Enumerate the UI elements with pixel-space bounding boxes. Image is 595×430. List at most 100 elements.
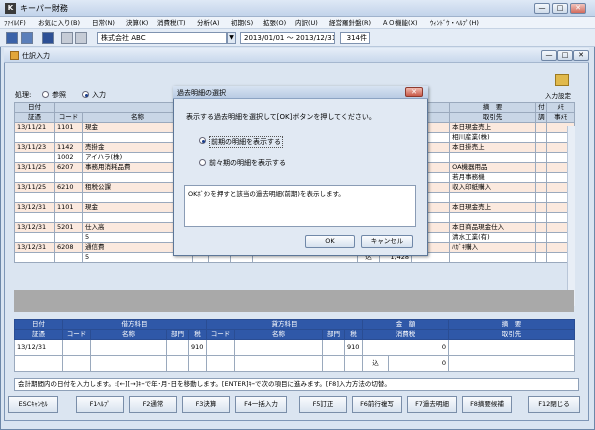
menu-favorites[interactable]: お気に入り(B) (38, 18, 80, 28)
company-select[interactable]: 株式会社 ABC (97, 32, 227, 44)
entry-tax-amount[interactable]: 0 (388, 355, 449, 372)
entry-amount[interactable]: 0 (362, 339, 449, 356)
journal-cell: 本日商品現金仕入 (449, 222, 537, 233)
journal-maximize[interactable]: □ (557, 50, 573, 61)
period-field: 2013/01/01 〜 2013/12/31 (240, 32, 335, 44)
opt-two-prior-radio[interactable] (199, 159, 206, 166)
settings-icon[interactable] (555, 74, 569, 86)
settings-label[interactable]: 入力設定 (545, 90, 571, 100)
menu-window-help[interactable]: ｳｨﾝﾄﾞｳ・ﾍﾙﾌﾟ(H) (430, 18, 479, 28)
journal-cell (449, 152, 537, 163)
close-button[interactable]: ✕ (570, 3, 586, 14)
menu-analysis[interactable]: 分析(A) (197, 18, 220, 28)
mode-input-label: 入力 (92, 91, 106, 99)
journal-cell (535, 192, 548, 203)
entry-hdr-partner: 取引先 (448, 329, 575, 340)
journal-cell: 1002 (54, 152, 83, 163)
entry-debit-name[interactable] (90, 339, 167, 356)
save-icon[interactable] (6, 32, 18, 44)
f4-bulk-button[interactable]: F4一括入力 (235, 396, 287, 413)
menu-daily[interactable]: 日常(N) (92, 18, 115, 28)
entry-hdr-amount: 金 額 (362, 319, 449, 330)
cancel-button[interactable]: キャンセル (361, 235, 413, 248)
journal-cell: OA機器用品 (449, 162, 537, 173)
entry-date-input[interactable]: 13/12/31 (14, 339, 63, 356)
menu-tax[interactable]: 消費税(T) (157, 18, 186, 28)
entry-partner[interactable] (448, 355, 575, 372)
menu-ao[interactable]: ＡＯ機能(X) (382, 18, 418, 28)
title-bar[interactable]: K キーパー財務 — □ ✕ (0, 0, 595, 17)
minimize-button[interactable]: — (534, 3, 550, 14)
entry-debit-tax[interactable]: 910 (188, 339, 207, 356)
zoom-icon[interactable] (75, 32, 87, 44)
entry-desc[interactable] (448, 339, 575, 356)
journal-cell (535, 132, 548, 143)
entry-hdr-debit: 借方科目 (62, 319, 207, 330)
esc-cancel-button[interactable]: ESCｷｬﾝｾﾙ (8, 396, 58, 413)
entry-table: 日付 借方科目 貸方科目 金 額 摘 要 証憑 コード 名称 部門 税 コード … (14, 319, 575, 372)
chevron-down-icon[interactable]: ▼ (227, 32, 236, 44)
entry-voucher[interactable] (14, 355, 63, 372)
menu-initial[interactable]: 初期(S) (231, 18, 253, 28)
journal-cell (54, 212, 83, 223)
entry-credit-name[interactable] (234, 339, 323, 356)
entry-hdr-tax2: 税 (344, 329, 363, 340)
journal-cell (14, 252, 55, 263)
journal-cell: 本日現金売上 (449, 122, 537, 133)
mode-ref-radio[interactable] (42, 91, 49, 98)
journal-cell: 13/11/21 (14, 122, 55, 133)
entry-credit-dept[interactable] (322, 339, 345, 356)
search-icon[interactable] (61, 32, 73, 44)
opt-two-prior-label[interactable]: 前々期の明細を表示する (209, 158, 286, 168)
journal-cell (535, 232, 548, 243)
entry-hdr-dept2: 部門 (322, 329, 345, 340)
menu-file[interactable]: ﾌｧｲﾙ(F) (4, 18, 26, 28)
maximize-button[interactable]: □ (552, 3, 568, 14)
dialog-title: 過去明細の選択 (177, 89, 226, 97)
f7-past-button[interactable]: F7過去明細 (407, 396, 457, 413)
entry-credit-tax[interactable]: 910 (344, 339, 363, 356)
entry-debit-dept[interactable] (166, 339, 189, 356)
journal-cell: 相川産業(株) (449, 132, 537, 143)
journal-cell (535, 182, 548, 193)
journal-cell (54, 252, 83, 263)
document-icon (10, 51, 19, 60)
menu-closing[interactable]: 決算(K) (126, 18, 148, 28)
grid-scrollbar[interactable] (567, 126, 575, 306)
menu-compass[interactable]: 経営羅針盤(R) (329, 18, 371, 28)
menu-extension[interactable]: 拡張(O) (263, 18, 286, 28)
open-icon[interactable] (21, 32, 33, 44)
journal-cell: 13/11/25 (14, 182, 55, 193)
entry-hdr-desc: 摘 要 (448, 319, 575, 330)
f12-close-button[interactable]: F12閉じる (528, 396, 580, 413)
entry-credit-code[interactable] (206, 339, 235, 356)
opt-previous-label[interactable]: 前期の明細を表示する (209, 136, 283, 148)
journal-cell (535, 162, 548, 173)
journal-cell: 本日掛売上 (449, 142, 537, 153)
f1-help-button[interactable]: F1ﾍﾙﾌﾟ (76, 396, 124, 413)
entry-hdr-tax1: 税 (188, 329, 207, 340)
mail-icon[interactable] (42, 32, 54, 44)
f2-normal-button[interactable]: F2通常 (129, 396, 177, 413)
f3-closing-button[interactable]: F3決算 (182, 396, 230, 413)
hdr-voucher: 証憑 (14, 112, 55, 123)
app-title: キーパー財務 (20, 4, 68, 13)
hdr-code: コード (54, 112, 83, 123)
entry-hdr-name2: 名称 (234, 329, 323, 340)
entry-debit-code[interactable] (62, 339, 91, 356)
journal-cell (54, 192, 83, 203)
entry-hdr-date: 日付 (14, 319, 63, 330)
f5-correct-button[interactable]: F5訂正 (299, 396, 347, 413)
menu-details[interactable]: 内訳(U) (295, 18, 318, 28)
f8-desc-button[interactable]: F8摘要候補 (462, 396, 512, 413)
ok-button[interactable]: OK (305, 235, 355, 248)
journal-cell: 13/11/25 (14, 162, 55, 173)
f6-copy-button[interactable]: F6前行複写 (352, 396, 402, 413)
entry-tax-label: 込 (362, 355, 389, 372)
dialog-close-icon[interactable]: ✕ (405, 87, 423, 97)
journal-minimize[interactable]: — (541, 50, 557, 61)
grid-empty-area (14, 290, 574, 312)
journal-close[interactable]: ✕ (573, 50, 589, 61)
mode-input-radio[interactable] (82, 91, 89, 98)
opt-previous-radio[interactable] (199, 137, 206, 144)
